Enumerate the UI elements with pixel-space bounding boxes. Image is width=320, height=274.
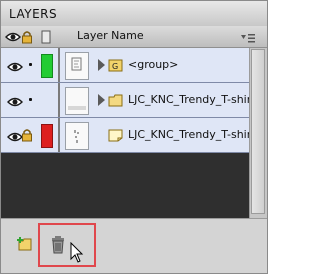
lock-column-icon[interactable] <box>21 29 35 44</box>
folder-icon <box>108 92 123 107</box>
panel-title-bar: LAYERS <box>1 1 267 27</box>
layers-list: G <group> LJC_KNC_Trendy_T-shir LJC_KNC_… <box>1 48 249 218</box>
layer-color-swatch[interactable] <box>41 124 53 148</box>
layer-name[interactable]: LJC_KNC_Trendy_T-shir <box>128 93 249 106</box>
panel-footer-toolbar <box>1 218 267 273</box>
expand-arrow-icon[interactable] <box>98 59 105 71</box>
expand-arrow-icon[interactable] <box>98 94 105 106</box>
visibility-eye-icon[interactable] <box>7 93 23 107</box>
trash-icon[interactable] <box>50 236 66 254</box>
layers-panel: LAYERS Layer Name G <group> LJC_KNC_Tren… <box>0 0 268 274</box>
layer-status-dot <box>29 63 32 66</box>
column-header-row: Layer Name <box>1 26 267 48</box>
layer-thumbnail <box>65 87 89 115</box>
layer-name-column[interactable]: Layer Name <box>77 29 144 42</box>
lock-icon[interactable] <box>21 127 33 142</box>
scrollbar-thumb[interactable] <box>251 49 265 214</box>
layer-row[interactable]: LJC_KNC_Trendy_T-shir <box>1 118 249 153</box>
visibility-eye-icon[interactable] <box>7 58 23 72</box>
color-column-icon[interactable] <box>41 29 55 44</box>
mouse-pointer-icon <box>70 241 84 264</box>
divider <box>58 48 60 82</box>
layer-row[interactable]: LJC_KNC_Trendy_T-shir <box>1 83 249 118</box>
panel-title: LAYERS <box>9 7 58 21</box>
layer-row[interactable]: G <group> <box>1 48 249 83</box>
layer-name[interactable]: LJC_KNC_Trendy_T-shir <box>128 128 249 141</box>
layer-status-dot <box>29 98 32 101</box>
layer-color-swatch[interactable] <box>41 54 53 78</box>
layer-name[interactable]: <group> <box>128 58 178 71</box>
eye-column-icon[interactable] <box>5 29 21 43</box>
new-layer-folder-icon[interactable] <box>17 236 33 252</box>
panel-menu-icon[interactable] <box>239 30 257 43</box>
divider <box>58 118 60 152</box>
delete-button[interactable] <box>38 223 96 267</box>
svg-text:G: G <box>112 62 118 71</box>
layer-thumbnail <box>65 52 89 80</box>
group-icon: G <box>108 57 123 72</box>
layer-icon <box>108 127 123 142</box>
divider <box>58 83 60 117</box>
layer-thumbnail <box>65 122 89 150</box>
